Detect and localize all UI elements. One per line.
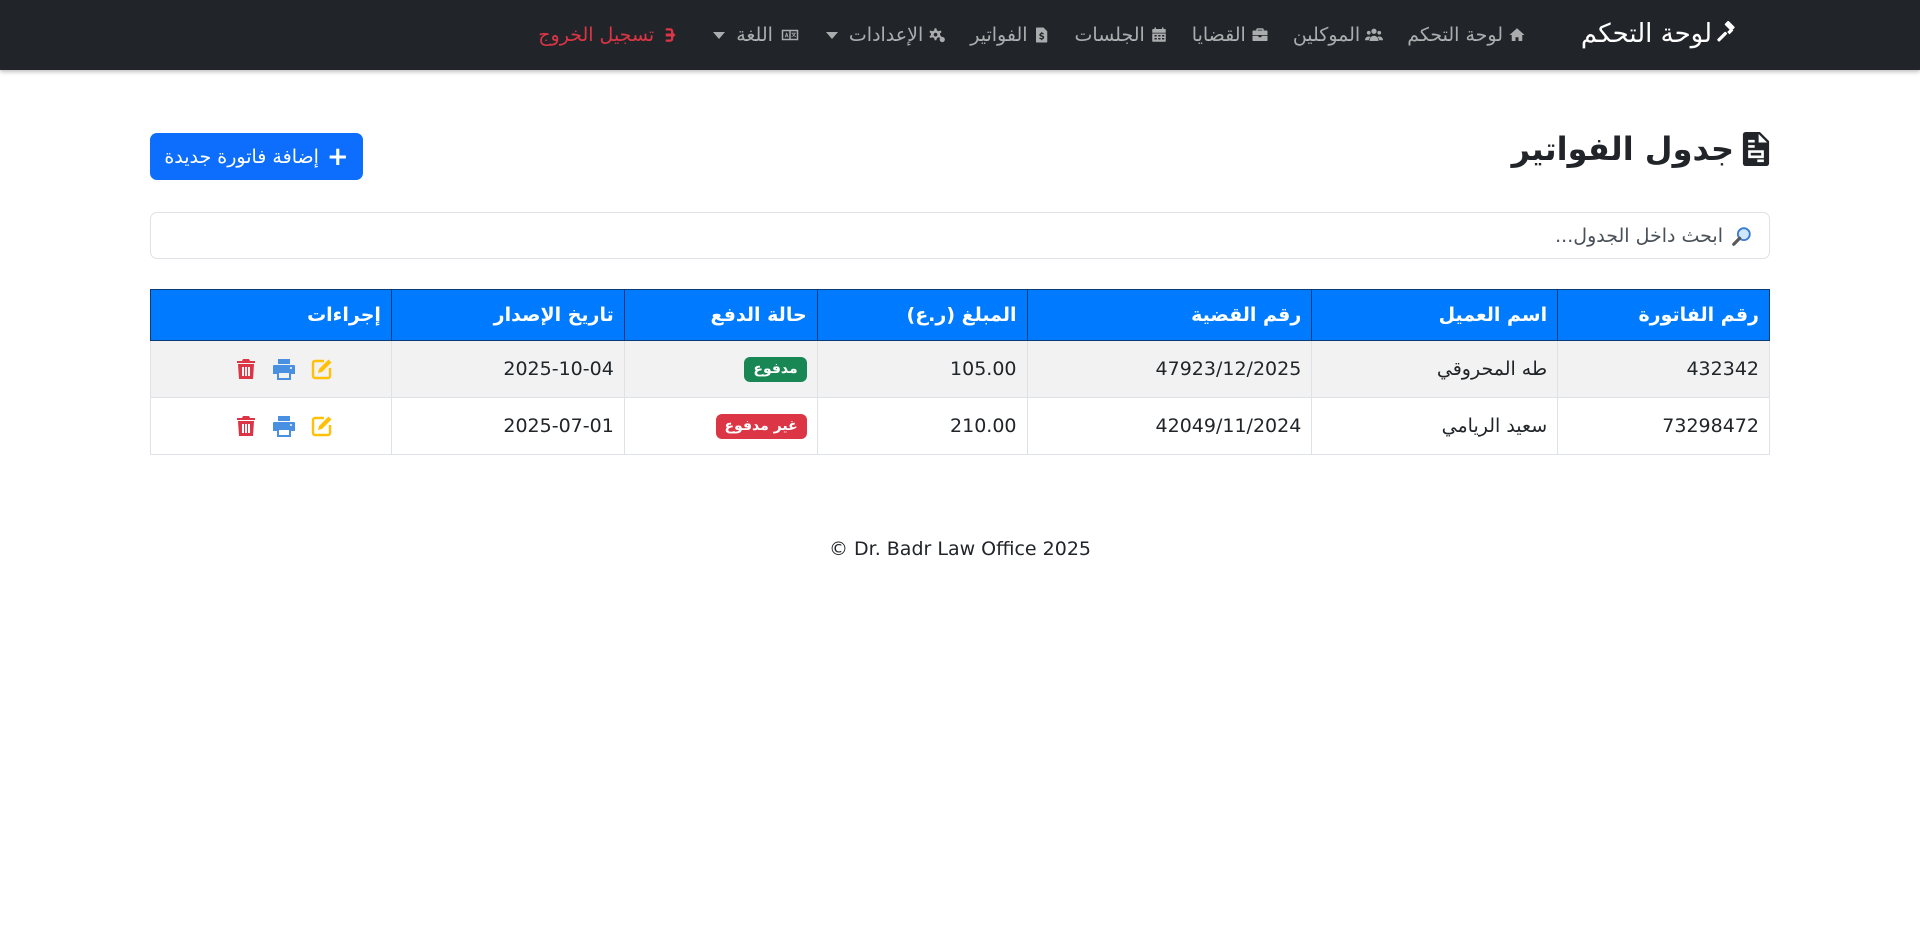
- trash-icon: [236, 416, 255, 436]
- row-actions: [161, 357, 381, 381]
- header-status[interactable]: حالة الدفع: [623, 289, 818, 341]
- cell-invoice-no: 432342: [1557, 340, 1770, 398]
- delete-button[interactable]: [234, 357, 258, 381]
- invoices-table: رقم الفاتورة اسم العميل رقم القضية المبل…: [150, 289, 1770, 455]
- edit-icon: [311, 416, 332, 437]
- row-actions: [161, 414, 381, 438]
- table-row: 73298472 سعيد الريامي 42049/11/2024 210.…: [150, 397, 1770, 455]
- top-navbar: لوحة التحكم لوحة التحكم الموكلين القضايا…: [0, 0, 1920, 70]
- add-invoice-label: إضافة فاتورة جديدة: [164, 145, 319, 168]
- print-icon: [272, 416, 295, 437]
- navbar-links: لوحة التحكم الموكلين القضايا الجلسات الف…: [538, 0, 1526, 70]
- nav-cases-label: القضايا: [1191, 24, 1246, 46]
- cell-actions: [150, 397, 392, 455]
- table-row: 432342 طه المحروقي 47923/12/2025 105.00 …: [150, 340, 1770, 398]
- header-case-no[interactable]: رقم القضية: [1026, 289, 1313, 341]
- briefcase-icon: [1252, 28, 1268, 41]
- header-amount[interactable]: المبلغ (ر.ع): [816, 289, 1028, 341]
- status-badge: مدفوع: [744, 357, 807, 382]
- add-invoice-button[interactable]: + إضافة فاتورة جديدة: [150, 133, 363, 180]
- cell-status: مدفوع: [623, 340, 818, 398]
- file-invoice-icon: [1742, 132, 1770, 166]
- cell-actions: [150, 340, 392, 398]
- chevron-down-icon: [713, 31, 726, 39]
- cell-amount: 105.00: [816, 340, 1028, 398]
- nav-invoices[interactable]: الفواتير: [970, 24, 1050, 46]
- nav-language-dropdown[interactable]: اللغة: [713, 24, 802, 46]
- cell-case-no: 42049/11/2024: [1026, 397, 1313, 455]
- nav-logout[interactable]: تسجيل الخروج: [538, 24, 677, 46]
- gears-icon: [929, 28, 946, 43]
- header-actions: إجراءات: [150, 289, 392, 341]
- page-title: جدول الفواتير: [1512, 130, 1770, 168]
- nav-invoices-label: الفواتير: [970, 24, 1028, 46]
- print-button[interactable]: [272, 357, 296, 381]
- edit-icon: [311, 359, 332, 380]
- logout-icon: [665, 28, 676, 42]
- header-date[interactable]: تاريخ الإصدار: [390, 289, 625, 341]
- home-icon: [1509, 28, 1525, 41]
- cell-date: 2025-10-04: [390, 340, 625, 398]
- page-footer: © Dr. Badr Law Office 2025: [828, 538, 1092, 560]
- nav-sessions-label: الجلسات: [1074, 24, 1145, 46]
- nav-dashboard[interactable]: لوحة التحكم: [1407, 24, 1526, 46]
- nav-logout-label: تسجيل الخروج: [538, 24, 655, 46]
- nav-clients-label: الموكلين: [1292, 24, 1361, 46]
- header-client[interactable]: اسم العميل: [1311, 289, 1559, 341]
- status-badge: غير مدفوع: [715, 414, 807, 439]
- nav-settings-dropdown[interactable]: الإعدادات: [825, 24, 946, 46]
- cell-client: طه المحروقي: [1311, 340, 1559, 398]
- cell-case-no: 47923/12/2025: [1026, 340, 1313, 398]
- cell-client: سعيد الريامي: [1311, 397, 1559, 455]
- language-icon: [781, 29, 799, 41]
- nav-settings-label: الإعدادات: [848, 24, 924, 46]
- trash-icon: [236, 359, 255, 379]
- users-icon: [1365, 28, 1384, 41]
- plus-icon: +: [326, 141, 349, 172]
- cell-date: 2025-07-01: [390, 397, 625, 455]
- print-icon: [272, 359, 295, 380]
- print-button[interactable]: [272, 414, 296, 438]
- nav-dashboard-label: لوحة التحكم: [1407, 24, 1503, 46]
- cell-invoice-no: 73298472: [1557, 397, 1770, 455]
- search-input[interactable]: [163, 224, 1723, 247]
- page-title-label: جدول الفواتير: [1511, 130, 1734, 168]
- invoice-icon: [1035, 27, 1047, 43]
- nav-clients[interactable]: الموكلين: [1292, 24, 1384, 46]
- header-invoice-no[interactable]: رقم الفاتورة: [1557, 289, 1770, 341]
- nav-sessions[interactable]: الجلسات: [1075, 24, 1168, 46]
- navbar-brand[interactable]: لوحة التحكم: [1581, 19, 1740, 49]
- calendar-icon: [1152, 27, 1166, 42]
- table-header-row: رقم الفاتورة اسم العميل رقم القضية المبل…: [150, 289, 1770, 341]
- nav-language-label: اللغة: [736, 24, 773, 46]
- navbar-brand-label: لوحة التحكم: [1580, 19, 1712, 49]
- delete-button[interactable]: [234, 414, 258, 438]
- table-search: [150, 212, 1770, 259]
- cell-status: غير مدفوع: [623, 397, 818, 455]
- search-icon: [1732, 226, 1751, 246]
- gavel-icon: [1717, 21, 1735, 42]
- edit-button[interactable]: [310, 357, 334, 381]
- cell-amount: 210.00: [816, 397, 1028, 455]
- edit-button[interactable]: [310, 414, 334, 438]
- chevron-down-icon: [825, 31, 838, 39]
- nav-cases[interactable]: القضايا: [1192, 24, 1269, 46]
